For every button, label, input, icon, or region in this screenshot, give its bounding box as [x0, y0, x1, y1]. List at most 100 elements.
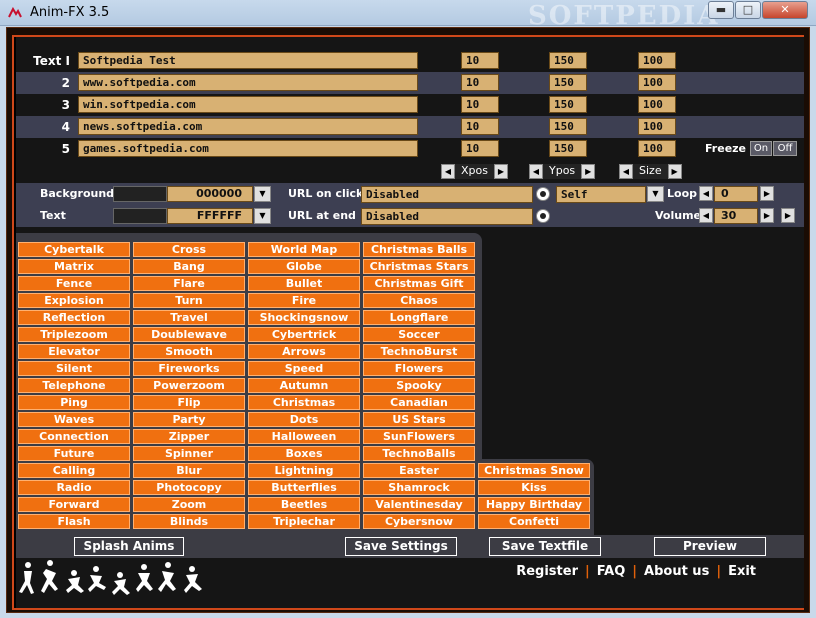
- size-input-3[interactable]: 100: [638, 96, 676, 113]
- url-on-click-radio[interactable]: [536, 187, 550, 201]
- maximize-button[interactable]: □: [735, 1, 761, 19]
- target-select[interactable]: Self: [556, 186, 646, 203]
- target-dropdown-icon[interactable]: ▼: [647, 186, 664, 202]
- url-at-end-input[interactable]: Disabled: [361, 208, 533, 225]
- animation-button[interactable]: Triplezoom: [18, 327, 130, 342]
- ypos-increase-arrow-icon[interactable]: ▶: [581, 164, 596, 179]
- splash-anims-button[interactable]: Splash Anims: [74, 537, 184, 556]
- animation-button[interactable]: Christmas Stars: [363, 259, 475, 274]
- text-hex-input[interactable]: FFFFFF: [167, 208, 253, 224]
- animation-button[interactable]: Boxes: [248, 446, 360, 461]
- text-input-1[interactable]: Softpedia Test: [78, 52, 418, 69]
- animation-button[interactable]: Shamrock: [363, 480, 475, 495]
- text-input-3[interactable]: win.softpedia.com: [78, 96, 418, 113]
- animation-button[interactable]: Christmas: [248, 395, 360, 410]
- animation-button[interactable]: Valentinesday: [363, 497, 475, 512]
- url-on-click-input[interactable]: Disabled: [361, 186, 533, 203]
- animation-button[interactable]: Blur: [133, 463, 245, 478]
- xpos-input-4[interactable]: 10: [461, 118, 499, 135]
- animation-button[interactable]: TechnoBalls: [363, 446, 475, 461]
- animation-button[interactable]: Canadian: [363, 395, 475, 410]
- animation-button[interactable]: Zipper: [133, 429, 245, 444]
- text-input-2[interactable]: www.softpedia.com: [78, 74, 418, 91]
- ypos-input-3[interactable]: 150: [549, 96, 587, 113]
- text-input-4[interactable]: news.softpedia.com: [78, 118, 418, 135]
- volume-increase-arrow-icon[interactable]: ▶: [760, 208, 774, 223]
- animation-button[interactable]: Silent: [18, 361, 130, 376]
- animation-button[interactable]: Connection: [18, 429, 130, 444]
- animation-button[interactable]: Waves: [18, 412, 130, 427]
- animation-button[interactable]: Longflare: [363, 310, 475, 325]
- animation-button[interactable]: US Stars: [363, 412, 475, 427]
- volume-decrease-arrow-icon[interactable]: ◀: [699, 208, 713, 223]
- animation-button[interactable]: Cybertrick: [248, 327, 360, 342]
- animation-button[interactable]: Reflection: [18, 310, 130, 325]
- animation-button[interactable]: Calling: [18, 463, 130, 478]
- animation-button[interactable]: Turn: [133, 293, 245, 308]
- register-link[interactable]: Register: [516, 564, 578, 579]
- animation-button[interactable]: Flip: [133, 395, 245, 410]
- animation-button[interactable]: Flare: [133, 276, 245, 291]
- background-color-swatch[interactable]: [113, 186, 167, 202]
- animation-button[interactable]: Flash: [18, 514, 130, 529]
- ypos-input-2[interactable]: 150: [549, 74, 587, 91]
- animation-button[interactable]: Flowers: [363, 361, 475, 376]
- animation-button[interactable]: Bullet: [248, 276, 360, 291]
- background-dropdown-icon[interactable]: ▼: [254, 186, 271, 202]
- animation-button[interactable]: Smooth: [133, 344, 245, 359]
- animation-button[interactable]: Photocopy: [133, 480, 245, 495]
- animation-button[interactable]: Party: [133, 412, 245, 427]
- animation-button[interactable]: Blinds: [133, 514, 245, 529]
- animation-button[interactable]: Fire: [248, 293, 360, 308]
- animation-button[interactable]: Easter: [363, 463, 475, 478]
- animation-button[interactable]: Elevator: [18, 344, 130, 359]
- text-input-5[interactable]: games.softpedia.com: [78, 140, 418, 157]
- loop-input[interactable]: 0: [714, 186, 758, 202]
- animation-button[interactable]: Confetti: [478, 514, 590, 529]
- save-textfile-button[interactable]: Save Textfile: [489, 537, 601, 556]
- animation-button[interactable]: Matrix: [18, 259, 130, 274]
- xpos-input-3[interactable]: 10: [461, 96, 499, 113]
- animation-button[interactable]: Radio: [18, 480, 130, 495]
- animation-button[interactable]: Cybertalk: [18, 242, 130, 257]
- ypos-input-1[interactable]: 150: [549, 52, 587, 69]
- volume-input[interactable]: 30: [714, 208, 758, 224]
- animation-button[interactable]: Halloween: [248, 429, 360, 444]
- animation-button[interactable]: Kiss: [478, 480, 590, 495]
- animation-button[interactable]: Explosion: [18, 293, 130, 308]
- ypos-decrease-arrow-icon[interactable]: ◀: [529, 164, 543, 179]
- animation-button[interactable]: Spooky: [363, 378, 475, 393]
- size-input-2[interactable]: 100: [638, 74, 676, 91]
- close-button[interactable]: ✕: [762, 1, 808, 19]
- save-settings-button[interactable]: Save Settings: [345, 537, 457, 556]
- animation-button[interactable]: Globe: [248, 259, 360, 274]
- animation-button[interactable]: Chaos: [363, 293, 475, 308]
- loop-increase-arrow-icon[interactable]: ▶: [760, 186, 774, 201]
- faq-link[interactable]: FAQ: [597, 564, 626, 579]
- xpos-decrease-arrow-icon[interactable]: ◀: [441, 164, 455, 179]
- animation-button[interactable]: TechnoBurst: [363, 344, 475, 359]
- loop-decrease-arrow-icon[interactable]: ◀: [699, 186, 713, 201]
- xpos-increase-arrow-icon[interactable]: ▶: [493, 164, 508, 179]
- text-color-swatch[interactable]: [113, 208, 167, 224]
- size-increase-arrow-icon[interactable]: ▶: [667, 164, 682, 179]
- xpos-input-2[interactable]: 10: [461, 74, 499, 91]
- animation-button[interactable]: Soccer: [363, 327, 475, 342]
- animation-button[interactable]: Ping: [18, 395, 130, 410]
- animation-button[interactable]: SunFlowers: [363, 429, 475, 444]
- animation-button[interactable]: Telephone: [18, 378, 130, 393]
- ypos-input-5[interactable]: 150: [549, 140, 587, 157]
- animation-button[interactable]: Cybersnow: [363, 514, 475, 529]
- animation-button[interactable]: Travel: [133, 310, 245, 325]
- freeze-off-button[interactable]: Off: [773, 141, 797, 156]
- animation-button[interactable]: Christmas Gift: [363, 276, 475, 291]
- animation-button[interactable]: Spinner: [133, 446, 245, 461]
- url-at-end-radio[interactable]: [536, 209, 550, 223]
- animation-button[interactable]: Bang: [133, 259, 245, 274]
- background-hex-input[interactable]: 000000: [167, 186, 253, 202]
- preview-button[interactable]: Preview: [654, 537, 766, 556]
- animation-button[interactable]: Dots: [248, 412, 360, 427]
- animation-button[interactable]: Fence: [18, 276, 130, 291]
- freeze-on-button[interactable]: On: [750, 141, 772, 156]
- animation-button[interactable]: Autumn: [248, 378, 360, 393]
